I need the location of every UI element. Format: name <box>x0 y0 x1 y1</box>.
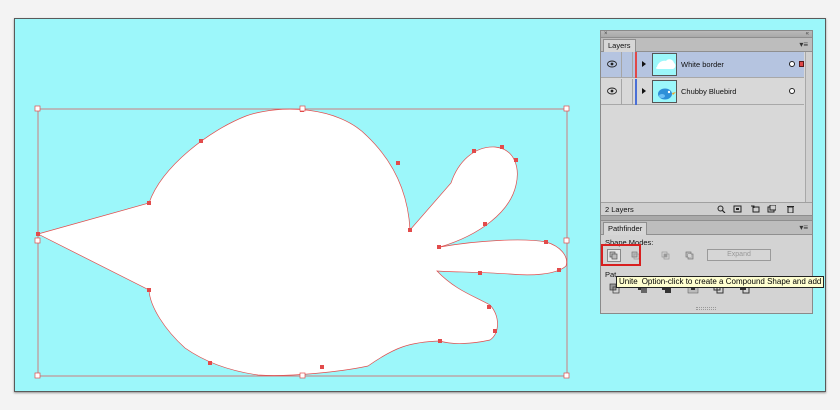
collapse-panel-icon[interactable]: « <box>806 31 809 38</box>
layer-target-circle[interactable] <box>789 88 795 94</box>
pathfinders-label: Pat <box>605 270 617 279</box>
layer-row-chubby-bluebird[interactable]: Chubby Bluebird <box>601 79 804 105</box>
visibility-eye-icon[interactable] <box>607 87 617 95</box>
white-border-shape <box>37 108 567 376</box>
intersect-icon[interactable] <box>659 249 673 262</box>
layer-thumbnail <box>652 53 677 76</box>
panel-menu-icon[interactable]: ▾≡ <box>799 40 808 49</box>
column-divider <box>621 52 622 78</box>
column-divider <box>632 52 633 78</box>
panel-title-strip[interactable]: × « <box>601 31 812 38</box>
layer-color-bar <box>635 79 637 105</box>
exclude-icon[interactable] <box>683 249 697 262</box>
locate-object-icon[interactable] <box>717 205 726 213</box>
layers-scrollbar[interactable] <box>805 52 812 202</box>
layers-count: 2 Layers <box>605 205 634 214</box>
create-new-layer-icon[interactable] <box>767 205 776 213</box>
tooltip-title: Unite <box>619 277 638 286</box>
column-divider <box>621 79 622 105</box>
expand-arrow-icon[interactable] <box>642 61 646 67</box>
unite-highlight-box <box>601 244 641 266</box>
layer-name: Chubby Bluebird <box>681 87 737 96</box>
layers-tabbar: Layers ▾≡ <box>601 38 812 52</box>
tab-pathfinder[interactable]: Pathfinder <box>603 222 648 235</box>
expand-button[interactable]: Expand <box>707 249 771 261</box>
pathfinder-tabbar: Pathfinder ▾≡ <box>601 221 812 235</box>
pathfinder-menu-icon[interactable]: ▾≡ <box>799 223 808 232</box>
column-divider <box>632 79 633 105</box>
create-sublayer-icon[interactable] <box>751 205 760 213</box>
layer-name: White border <box>681 60 724 69</box>
layers-footer: 2 Layers <box>601 203 812 216</box>
unite-tooltip: Unite Option-click to create a Compound S… <box>616 276 824 288</box>
close-panel-icon[interactable]: × <box>604 31 608 38</box>
layers-list: White border Chubby Bluebird <box>601 52 812 203</box>
layer-target-circle[interactable] <box>789 61 795 67</box>
visibility-eye-icon[interactable] <box>607 60 617 68</box>
make-clipping-mask-icon[interactable] <box>733 205 742 213</box>
delete-layer-icon[interactable] <box>786 205 795 213</box>
layer-row-white-border[interactable]: White border <box>601 52 804 78</box>
layer-thumbnail <box>652 80 677 103</box>
pathfinder-body: Shape Modes: Expand Pat <box>601 235 812 311</box>
layer-selection-indicator[interactable] <box>799 61 804 67</box>
expand-arrow-icon[interactable] <box>642 88 646 94</box>
tooltip-text: Option-click to create a Compound Shape … <box>641 277 824 286</box>
panel-resize-grip[interactable] <box>696 307 716 310</box>
floating-panel: × « Layers ▾≡ White border Chubby Bluebi… <box>600 30 813 314</box>
tab-layers[interactable]: Layers <box>603 39 636 52</box>
layer-color-bar <box>635 52 637 78</box>
